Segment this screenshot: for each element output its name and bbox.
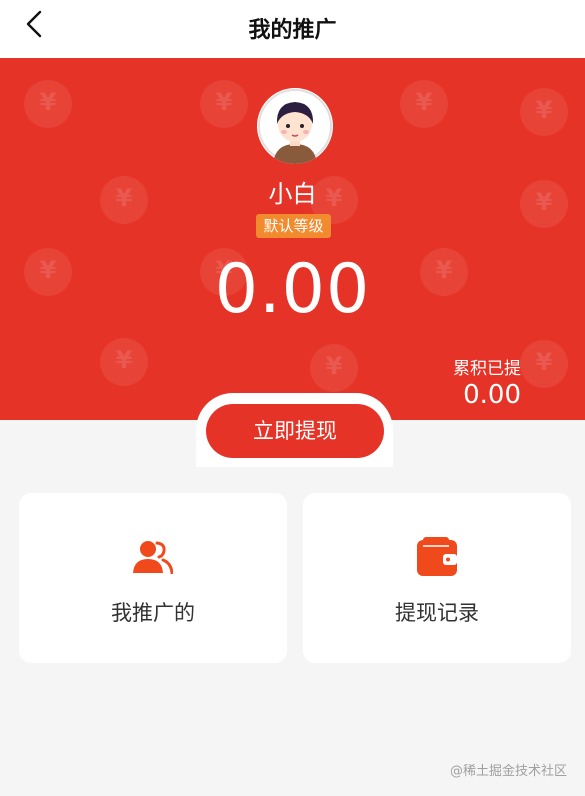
withdraw-button[interactable]: 立即提现: [206, 404, 384, 458]
coin-pattern-icon: [200, 80, 248, 128]
card-label: 提现记录: [395, 601, 479, 625]
wallet-icon: [417, 537, 457, 577]
coin-pattern-icon: [24, 80, 72, 128]
coin-pattern-icon: [100, 338, 148, 386]
coin-pattern-icon: [520, 340, 568, 388]
card-label: 我推广的: [111, 601, 195, 625]
balance-amount: 0.00: [214, 250, 371, 329]
avatar[interactable]: [257, 88, 333, 164]
user-name: 小白: [268, 180, 317, 208]
coin-pattern-icon: [310, 344, 358, 392]
accumulated-withdrawn-value: 0.00: [463, 380, 521, 410]
top-navigation-bar: 我的推广: [0, 0, 585, 58]
coin-pattern-icon: [400, 80, 448, 128]
coin-pattern-icon: [520, 88, 568, 136]
page-title: 我的推广: [248, 18, 337, 43]
my-referrals-card[interactable]: 我推广的: [19, 493, 287, 663]
users-icon: [133, 537, 173, 577]
accumulated-withdrawn-label: 累积已提: [453, 359, 521, 379]
earnings-hero-panel: 小白 默认等级 0.00 累积已提 0.00: [0, 58, 585, 420]
level-badge: 默认等级: [256, 214, 331, 238]
withdrawal-records-card[interactable]: 提现记录: [303, 493, 571, 663]
boy-avatar-icon: [258, 89, 332, 164]
watermark: @稀土掘金技术社区: [449, 764, 567, 779]
